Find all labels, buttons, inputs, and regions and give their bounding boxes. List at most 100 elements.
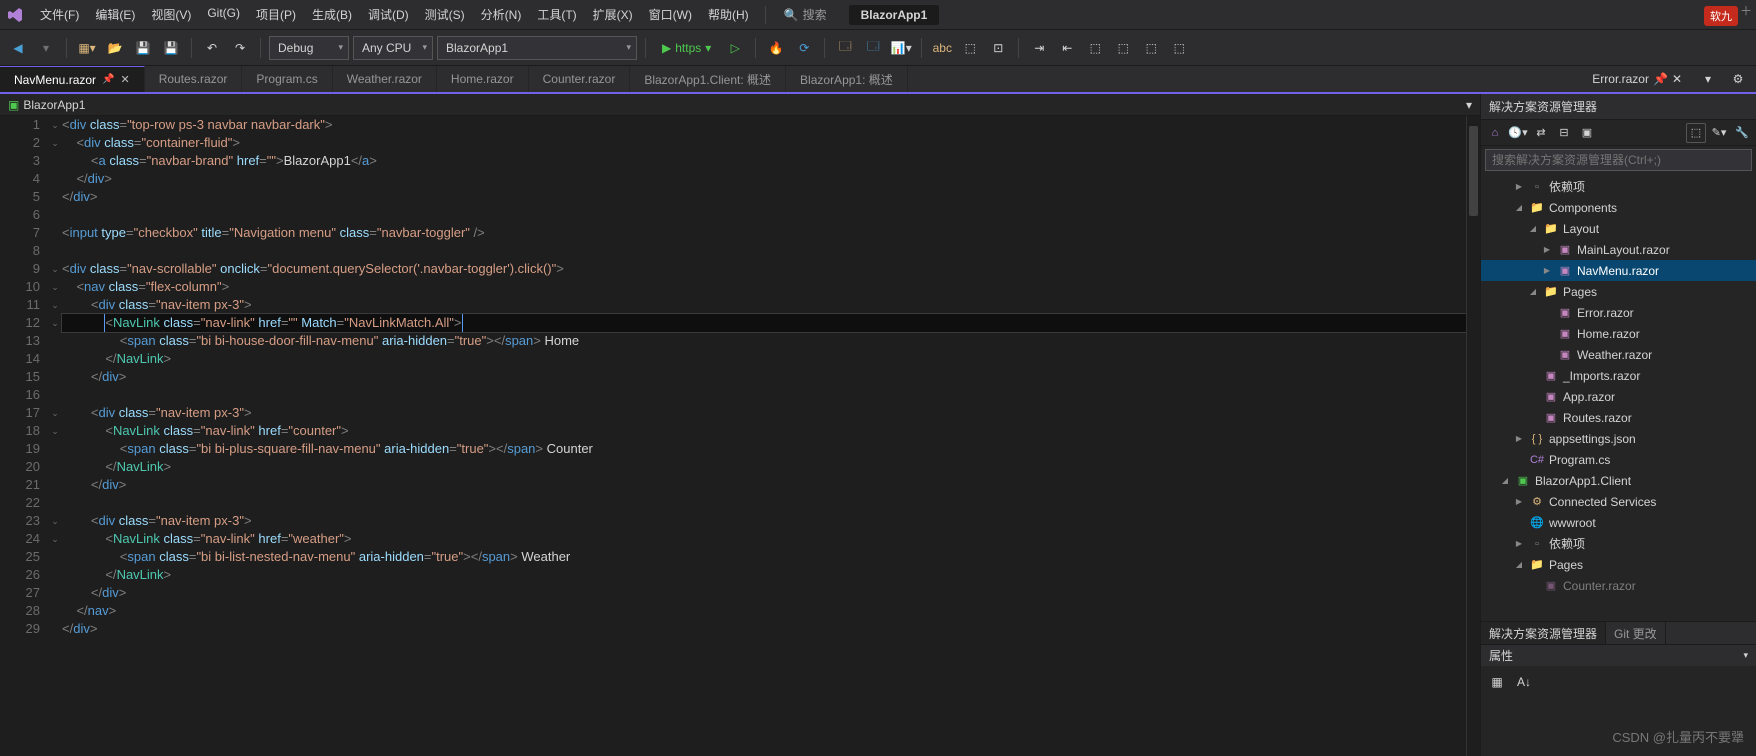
document-tab[interactable]: Routes.razor (145, 66, 243, 92)
notification-badge[interactable]: 软九 (1704, 6, 1738, 26)
indent-icon[interactable]: ⇥ (1027, 36, 1051, 60)
pin-icon[interactable]: 📌 (1653, 72, 1668, 86)
document-tab[interactable]: Program.cs (242, 66, 332, 92)
tab-settings-icon[interactable]: ⚙ (1726, 67, 1750, 91)
abc-icon[interactable]: abc (930, 36, 954, 60)
refresh-icon[interactable]: ⟳ (792, 36, 816, 60)
analyze-icon[interactable]: 📊▾ (889, 36, 913, 60)
tree-item[interactable]: ▶ { } appsettings.json (1481, 428, 1756, 449)
undo-icon[interactable]: ↶ (200, 36, 224, 60)
save-icon[interactable]: 💾 (131, 36, 155, 60)
start-without-debug-icon[interactable]: ▷ (723, 36, 747, 60)
open-icon[interactable]: 📂 (103, 36, 127, 60)
preview-tab[interactable]: Error.razor 📌 ✕ (1584, 72, 1690, 86)
menu-item[interactable]: 编辑(E) (87, 2, 143, 27)
forward-button[interactable]: ▾ (34, 36, 58, 60)
props-sort-icon[interactable]: A↓ (1512, 670, 1536, 694)
expand-icon[interactable]: ◢ (1527, 224, 1539, 233)
tree-item[interactable]: ▣ Home.razor (1481, 323, 1756, 344)
expand-icon[interactable]: ◢ (1513, 560, 1525, 569)
vertical-scrollbar[interactable] (1466, 116, 1480, 756)
expand-icon[interactable]: ▶ (1513, 497, 1525, 506)
uncomment-icon[interactable]: ⬚ (1139, 36, 1163, 60)
tree-item[interactable]: ▣ App.razor (1481, 386, 1756, 407)
pin-icon[interactable]: 📌 (102, 74, 114, 85)
tree-item[interactable]: ▶ ▫ 依赖项 (1481, 176, 1756, 197)
tree-item[interactable]: C# Program.cs (1481, 449, 1756, 470)
menu-item[interactable]: 工具(T) (529, 2, 584, 27)
tab-dropdown-icon[interactable]: ▾ (1696, 67, 1720, 91)
view-icon[interactable]: ⬚ (1686, 123, 1706, 143)
inspect-icon[interactable]: ⬚ (958, 36, 982, 60)
tree-item[interactable]: ◢ 📁 Pages (1481, 281, 1756, 302)
document-tab[interactable]: Weather.razor (333, 66, 437, 92)
tree-item[interactable]: ▣ _Imports.razor (1481, 365, 1756, 386)
expand-icon[interactable]: ◢ (1499, 476, 1511, 485)
browser-icon[interactable]: 🗔 (833, 36, 857, 60)
add-icon[interactable]: ＋ (1740, 2, 1752, 19)
expand-icon[interactable]: ▶ (1541, 245, 1553, 254)
tab-solution-explorer[interactable]: 解决方案资源管理器 (1481, 622, 1606, 644)
menu-item[interactable]: 文件(F) (32, 2, 87, 27)
comment-icon[interactable]: ⬚ (1111, 36, 1135, 60)
menu-item[interactable]: 生成(B) (304, 2, 360, 27)
quick-search[interactable]: 🔍 搜索 (784, 6, 827, 23)
filter-icon[interactable]: ✎▾ (1709, 123, 1729, 143)
tree-item[interactable]: ▣ Error.razor (1481, 302, 1756, 323)
hot-reload-icon[interactable]: 🔥 (764, 36, 788, 60)
tree-item[interactable]: ◢ ▣ BlazorApp1.Client (1481, 470, 1756, 491)
props-grid-icon[interactable]: ▦ (1485, 670, 1509, 694)
config-combo[interactable]: Debug (269, 36, 349, 60)
solution-search-input[interactable] (1485, 149, 1752, 171)
history-icon[interactable]: 🕓▾ (1508, 123, 1528, 143)
menu-item[interactable]: Git(G) (199, 2, 248, 27)
back-button[interactable]: ◀ (6, 36, 30, 60)
tree-item[interactable]: ▶ ▫ 依赖项 (1481, 533, 1756, 554)
tree-item[interactable]: ◢ 📁 Components (1481, 197, 1756, 218)
toggle-icon[interactable]: ⬚ (1167, 36, 1191, 60)
menu-item[interactable]: 窗口(W) (641, 2, 700, 27)
platform-combo[interactable]: Any CPU (353, 36, 433, 60)
menu-item[interactable]: 测试(S) (417, 2, 473, 27)
wrench-icon[interactable]: 🔧 (1732, 123, 1752, 143)
expand-icon[interactable]: ▶ (1541, 266, 1553, 275)
document-tab[interactable]: BlazorApp1: 概述 (786, 66, 908, 92)
solution-name[interactable]: BlazorApp1 (849, 5, 940, 25)
outdent-icon[interactable]: ⇤ (1055, 36, 1079, 60)
chevron-down-icon[interactable]: ▾ (1743, 650, 1748, 661)
expand-icon[interactable]: ▶ (1513, 434, 1525, 443)
tree-item[interactable]: 🌐 wwwroot (1481, 512, 1756, 533)
sync-icon[interactable]: ⇄ (1531, 123, 1551, 143)
expand-icon[interactable]: ◢ (1513, 203, 1525, 212)
document-tab[interactable]: Home.razor (437, 66, 529, 92)
close-icon[interactable]: ✕ (120, 73, 129, 86)
split-icon[interactable]: ▾ (1466, 98, 1472, 112)
breadcrumb[interactable]: ▣ BlazorApp1 ▾ ＋ (0, 94, 1480, 116)
tree-item[interactable]: ◢ 📁 Layout (1481, 218, 1756, 239)
menu-item[interactable]: 分析(N) (473, 2, 530, 27)
new-project-icon[interactable]: ▦▾ (75, 36, 99, 60)
home-icon[interactable]: ⌂ (1485, 123, 1505, 143)
tree-item[interactable]: ▶ ▣ MainLayout.razor (1481, 239, 1756, 260)
tree-item[interactable]: ▶ ▣ NavMenu.razor (1481, 260, 1756, 281)
solution-search[interactable] (1485, 148, 1752, 172)
ruler-icon[interactable]: ⊡ (986, 36, 1010, 60)
save-all-icon[interactable]: 💾 (159, 36, 183, 60)
link-icon[interactable]: 🗔 (861, 36, 885, 60)
expand-icon[interactable]: ▶ (1513, 182, 1525, 191)
tree-item[interactable]: ▣ Routes.razor (1481, 407, 1756, 428)
solution-tree[interactable]: ▶ ▫ 依赖项◢ 📁 Components◢ 📁 Layout▶ ▣ MainL… (1481, 174, 1756, 621)
redo-icon[interactable]: ↷ (228, 36, 252, 60)
tab-git-changes[interactable]: Git 更改 (1606, 622, 1666, 644)
collapse-icon[interactable]: ⊟ (1554, 123, 1574, 143)
tree-item[interactable]: ▣ Counter.razor (1481, 575, 1756, 596)
close-icon[interactable]: ✕ (1672, 72, 1682, 86)
show-all-icon[interactable]: ▣ (1577, 123, 1597, 143)
bookmark-icon[interactable]: ⬚ (1083, 36, 1107, 60)
document-tab[interactable]: NavMenu.razor📌✕ (0, 66, 145, 92)
expand-icon[interactable]: ◢ (1527, 287, 1539, 296)
document-tab[interactable]: BlazorApp1.Client: 概述 (630, 66, 786, 92)
menu-item[interactable]: 视图(V) (143, 2, 199, 27)
document-tab[interactable]: Counter.razor (529, 66, 631, 92)
tree-item[interactable]: ▶ ⚙ Connected Services (1481, 491, 1756, 512)
